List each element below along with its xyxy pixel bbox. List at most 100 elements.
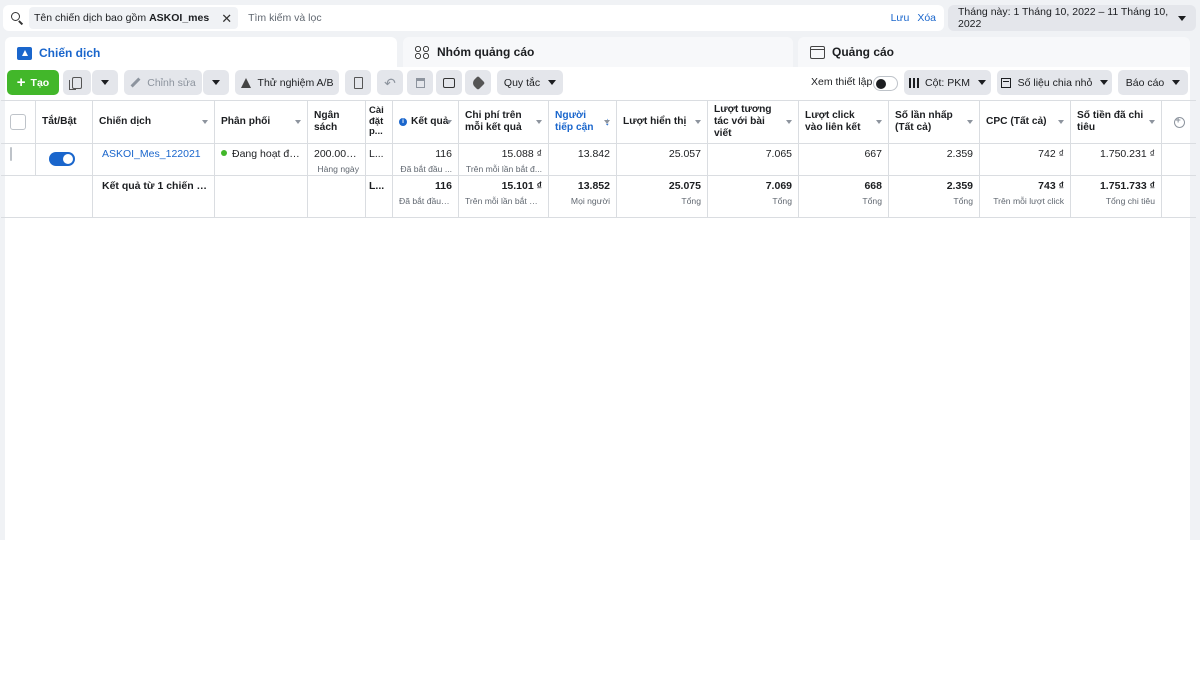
tab-campaigns[interactable]: Chiến dịch [5,37,397,69]
column-header-label: Lượt hiển thị [623,116,687,128]
column-header-toggle[interactable]: Tắt/Bật [36,101,93,143]
clear-filter-button[interactable]: Xóa [917,12,936,24]
column-header-link-clicks[interactable]: Lượt click vào liên kết [799,101,889,143]
tab-ad-sets[interactable]: Nhóm quảng cáo [403,37,793,67]
column-header-delivery[interactable]: Phân phối [215,101,308,143]
tab-ads[interactable]: Quảng cáo [798,37,1190,67]
save-filter-button[interactable]: Lưu [891,12,910,24]
column-header-results[interactable]: i Kết quả [393,101,459,143]
summary-label: Kết quả từ 1 chiến dịch [102,180,208,192]
column-header-setting[interactable]: Cài đặt p... [366,101,393,143]
delivery-cell: Đang hoạt động [215,144,308,175]
tag-button[interactable] [465,70,491,95]
filter-chip[interactable]: Tên chiến dịch bao gồm ASKOI_mes ✕ [29,7,239,29]
summary-clicks-all-note: Tổng [953,195,973,206]
chevron-down-icon [1172,80,1181,85]
column-header-reach[interactable]: Người tiếp cận ↓ [549,101,617,143]
campaign-name-cell: ASKOI_Mes_122021 [93,144,215,175]
column-header-budget[interactable]: Ngân sách [308,101,366,143]
summary-cpc-all-cell: 743 ₫ Trên mỗi lượt click [980,176,1071,217]
sort-caret-icon [446,120,452,124]
row-checkbox[interactable] [10,147,12,161]
add-column-icon[interactable] [1173,115,1185,128]
reports-label: Báo cáo [1125,76,1165,89]
summary-engagement-note: Tổng [772,195,792,206]
columns-button[interactable]: Cột: PKM [904,70,991,95]
edit-button[interactable]: Chỉnh sửa [124,70,202,95]
column-header-engagement[interactable]: Lượt tương tác với bài viết [708,101,799,143]
create-button[interactable]: + Tạo [7,70,59,95]
clipboard-button[interactable] [345,70,371,95]
create-label: Tạo [30,76,50,89]
budget-cell: 200.000... Hàng ngày [308,144,366,175]
summary-link-clicks-note: Tổng [862,195,882,206]
active-status-dot [221,150,227,156]
trash-icon [415,77,425,88]
budget-value[interactable]: 200.000... [314,148,359,161]
summary-reach-cell: 13.852 Mọi người [549,176,617,217]
summary-clicks-all-value: 2.359 [946,180,973,192]
summary-row: Kết quả từ 1 chiến dịch i L... 116 Đã bắ… [1,176,1196,218]
duplicate-button[interactable] [63,70,91,95]
column-header-label: Chi phí trên mỗi kết quả [465,110,522,133]
column-header-label: Số lần nhấp (Tất cả) [895,110,953,133]
breakdown-button[interactable]: Số liệu chia nhỏ [997,70,1112,95]
engagement-value: 7.065 [765,148,792,160]
column-header-label: Cài đặt p... [369,104,384,138]
column-header-campaign[interactable]: Chiến dịch [93,101,215,143]
campaign-name-link[interactable]: ASKOI_Mes_122021 [102,148,201,160]
undo-button[interactable]: ↶ [377,70,403,95]
summary-engagement-cell: 7.069 Tổng [708,176,799,217]
column-header-impressions[interactable]: Lượt hiển thị [617,101,708,143]
empty-cell [1162,144,1196,175]
date-range-picker[interactable]: Tháng này: 1 Tháng 10, 2022 – 11 Tháng 1… [948,5,1196,31]
column-header-label: Kết quả [411,116,449,128]
breakdown-label: Số liệu chia nhỏ [1017,76,1093,89]
tab-ads-label: Quảng cáo [832,45,895,59]
budget-period: Hàng ngày [317,163,359,174]
columns-icon [909,77,920,88]
engagement-cell: 7.065 [708,144,799,175]
edit-menu-button[interactable] [203,70,229,95]
summary-delivery-cell [215,176,308,217]
table-row: ASKOI_Mes_122021 Đang hoạt động 200.000.… [1,144,1196,176]
column-header-cpc-all[interactable]: CPC (Tất cả) [980,101,1071,143]
search-input[interactable] [248,12,889,24]
summary-engagement-value: 7.069 [765,180,792,192]
preview-button[interactable] [436,70,462,95]
view-setup-toggle[interactable] [873,76,898,91]
ads-manager: Tên chiến dịch bao gồm ASKOI_mes ✕ Lưu X… [0,0,1200,540]
reach-cell: 13.842 [549,144,617,175]
summary-impressions-cell: 25.075 Tổng [617,176,708,217]
delete-button[interactable] [407,70,433,95]
campaign-toggle[interactable] [49,152,75,166]
close-icon[interactable]: ✕ [221,12,232,25]
duplicate-menu-button[interactable] [92,70,118,95]
cpc-all-value: 742 ₫ [1038,148,1064,160]
cost-per-result-cell: 15.088 ₫ Trên mỗi lần bắt đ... [459,144,549,175]
filter-chip-value: ASKOI_mes [149,12,210,24]
link-clicks-cell: 667 [799,144,889,175]
summary-label-cell: Kết quả từ 1 chiến dịch i [93,176,215,217]
table-header: Tắt/Bật Chiến dịch Phân phối Ngân sách C… [1,100,1196,144]
summary-cost-per-result-type: Trên mỗi lần bắt đầ... [465,195,542,206]
column-header-cost-per-result[interactable]: Chi phí trên mỗi kết quả [459,101,549,143]
rules-button[interactable]: Quy tắc [497,70,563,95]
reports-button[interactable]: Báo cáo [1118,70,1188,95]
sort-caret-icon [876,120,882,124]
date-range-label: Tháng này: 1 Tháng 10, 2022 – 11 Tháng 1… [958,6,1169,30]
setting-cell: L... [366,144,393,175]
flask-icon [240,77,251,88]
sort-caret-icon [1149,120,1155,124]
select-all-checkbox[interactable] [10,114,26,130]
column-header-label: Lượt click vào liên kết [805,110,861,133]
summary-amount-spent-cell: 1.751.733 ₫ Tổng chi tiêu [1071,176,1162,217]
summary-link-clicks-cell: 668 Tổng [799,176,889,217]
ab-test-label: Thử nghiệm A/B [257,76,334,89]
column-header-clicks-all[interactable]: Số lần nhấp (Tất cả) [889,101,980,143]
column-header-label: Số tiền đã chi tiêu [1077,110,1144,133]
row-toggle-cell [36,144,93,175]
summary-results-cell: 116 Đã bắt đầu c... [393,176,459,217]
column-header-amount-spent[interactable]: Số tiền đã chi tiêu [1071,101,1162,143]
ab-test-button[interactable]: Thử nghiệm A/B [235,70,339,95]
